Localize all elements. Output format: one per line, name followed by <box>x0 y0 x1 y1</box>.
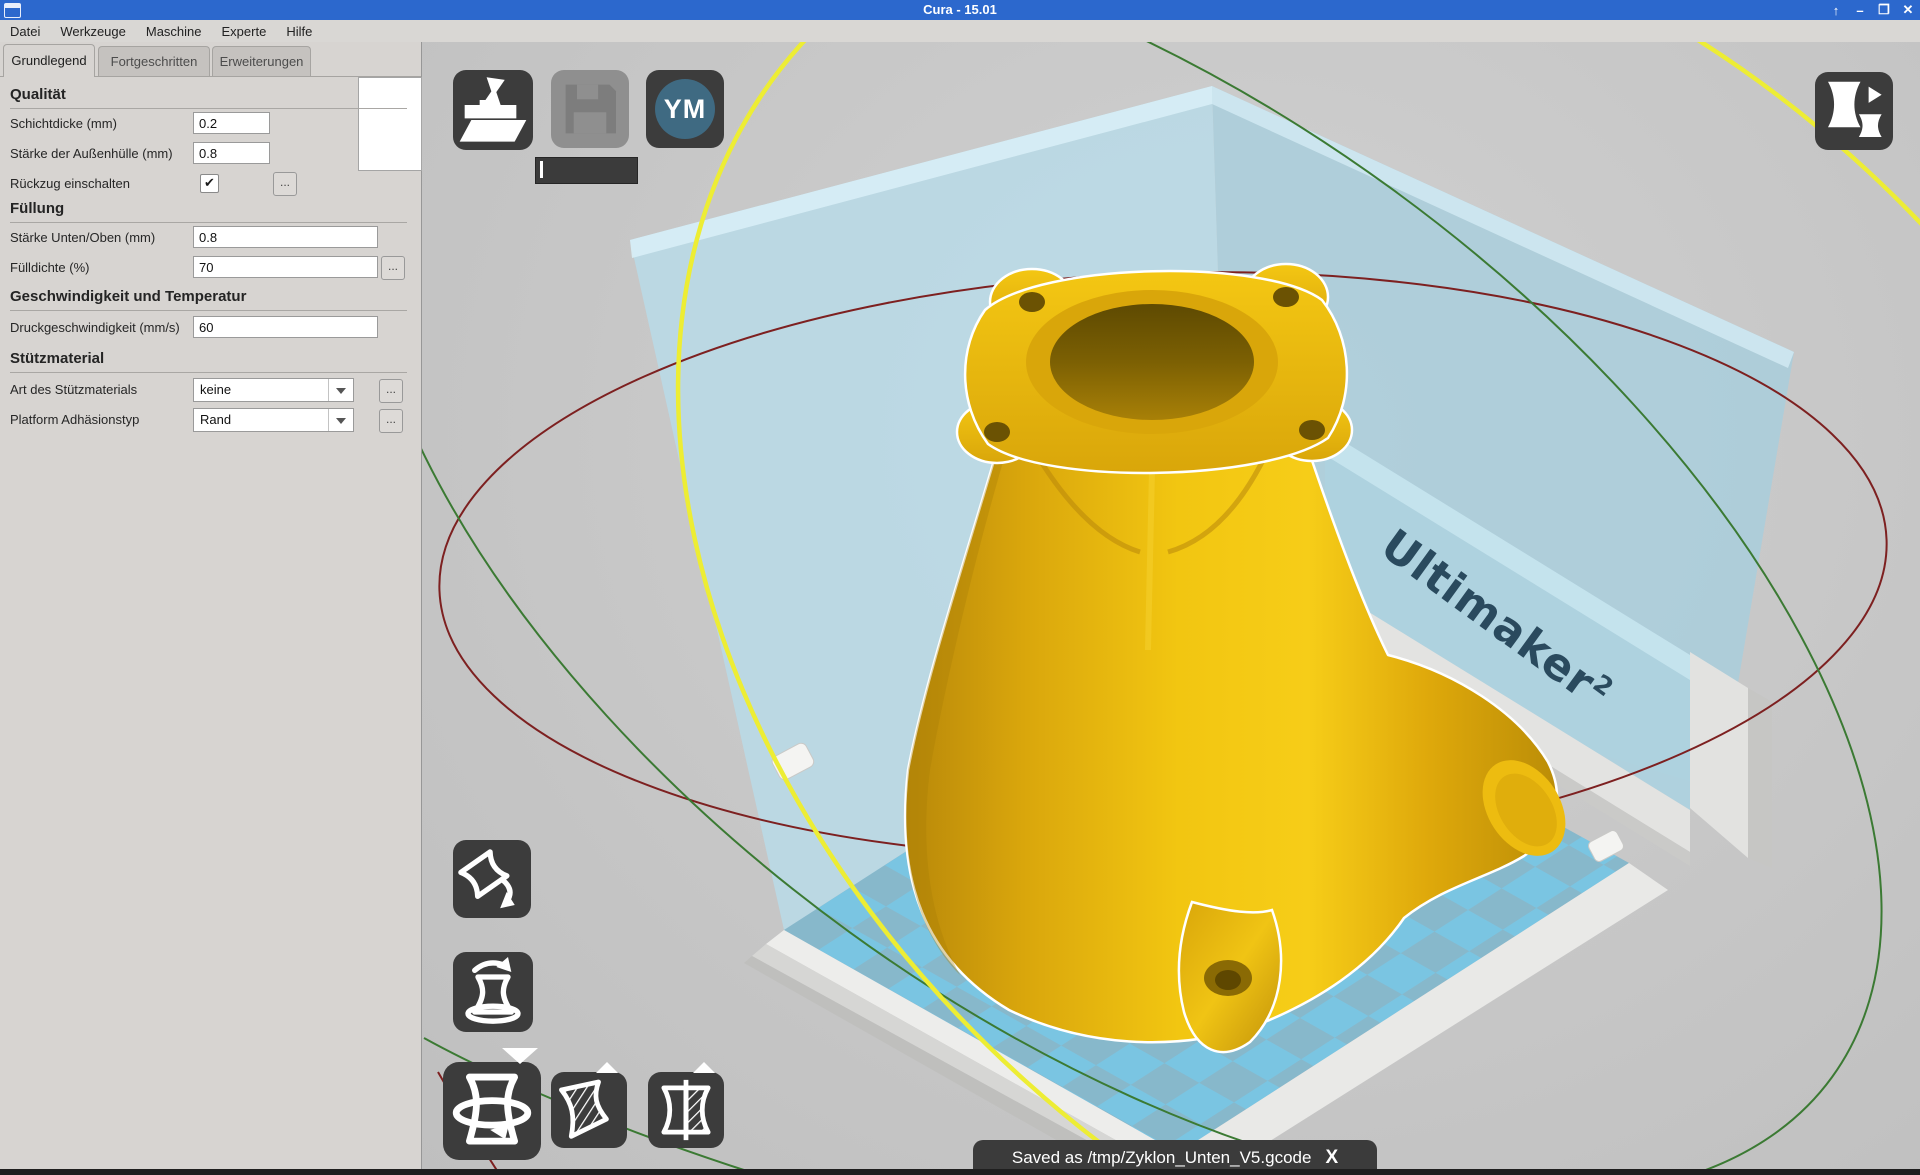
adhesion-label: Platform Adhäsionstyp <box>10 408 139 432</box>
lay-flat-icon <box>453 840 531 918</box>
section-support: Stützmaterial <box>10 350 407 373</box>
section-speed-temp: Geschwindigkeit und Temperatur <box>10 288 407 311</box>
view-mode-icon <box>1815 72 1893 150</box>
menu-experte[interactable]: Experte <box>212 24 277 39</box>
bottom-top-label: Stärke Unten/Oben (mm) <box>10 226 155 250</box>
section-quality: Qualität <box>10 86 407 109</box>
fill-density-more-button[interactable]: ... <box>381 256 405 280</box>
scale-tool-icon <box>551 1072 627 1148</box>
bottom-top-input[interactable] <box>193 226 378 248</box>
shade-icon[interactable]: ↑ <box>1828 3 1844 18</box>
tab-strip: Grundlegend Fortgeschritten Erweiterunge… <box>0 42 421 77</box>
restore-icon[interactable]: ❐ <box>1876 2 1892 18</box>
load-model-icon <box>453 70 533 150</box>
support-type-value: keine <box>200 382 231 397</box>
layer-height-label: Schichtdicke (mm) <box>10 112 117 136</box>
save-toolpath-button <box>551 70 629 148</box>
titlebar: Cura - 15.01 ↑ – ❐ ✕ <box>0 0 1920 20</box>
build-scene[interactable]: Ultimaker 2 <box>421 42 1920 1175</box>
menu-maschine[interactable]: Maschine <box>136 24 212 39</box>
lay-flat-button[interactable] <box>453 840 531 918</box>
fill-density-label: Fülldichte (%) <box>10 256 89 280</box>
menubar: Datei Werkzeuge Maschine Experte Hilfe <box>0 20 1920 43</box>
shell-thickness-input[interactable] <box>193 142 270 164</box>
save-floppy-icon <box>551 70 629 148</box>
minimize-icon[interactable]: – <box>1852 3 1868 18</box>
load-model-button[interactable] <box>453 70 533 150</box>
retraction-checkbox[interactable]: ✔ <box>200 174 219 193</box>
youmagine-share-button[interactable]: YM <box>646 70 724 148</box>
scale-tool-button[interactable] <box>551 1072 627 1148</box>
menu-datei[interactable]: Datei <box>0 24 50 39</box>
menu-werkzeuge[interactable]: Werkzeuge <box>50 24 136 39</box>
mirror-tool-button[interactable] <box>648 1072 724 1148</box>
rotate-tool-icon <box>443 1062 541 1160</box>
viewport-3d[interactable]: Ultimaker 2 <box>421 42 1920 1175</box>
rotate-tool-button[interactable] <box>443 1062 541 1160</box>
menu-hilfe[interactable]: Hilfe <box>276 24 322 39</box>
youmagine-icon: YM <box>655 79 715 139</box>
print-speed-label: Druckgeschwindigkeit (mm/s) <box>10 316 180 340</box>
close-icon[interactable]: ✕ <box>1900 2 1916 18</box>
mirror-tool-marker <box>693 1062 715 1073</box>
mirror-tool-icon <box>648 1072 724 1148</box>
retraction-more-button[interactable]: ... <box>273 172 297 196</box>
fill-density-input[interactable] <box>193 256 378 278</box>
selected-tool-marker <box>502 1048 538 1064</box>
saved-toast-text: Saved as /tmp/Zyklon_Unten_V5.gcode <box>1012 1148 1312 1168</box>
shell-thickness-label: Stärke der Außenhülle (mm) <box>10 142 173 166</box>
window-title: Cura - 15.01 <box>0 2 1920 17</box>
layer-height-input[interactable] <box>193 112 270 134</box>
adhesion-value: Rand <box>200 412 231 427</box>
view-mode-button[interactable] <box>1815 72 1893 150</box>
settings-panel: Grundlegend Fortgeschritten Erweiterunge… <box>0 42 422 1175</box>
section-fill: Füllung <box>10 200 407 223</box>
reset-rotation-button[interactable] <box>453 952 533 1032</box>
toast-close-button[interactable]: X <box>1325 1147 1338 1169</box>
print-speed-input[interactable] <box>193 316 378 338</box>
support-type-label: Art des Stützmaterials <box>10 378 137 402</box>
slice-progress-bar <box>535 157 638 184</box>
cura-window: Cura - 15.01 ↑ – ❐ ✕ Datei Werkzeuge Mas… <box>0 0 1920 1175</box>
slice-progress-value <box>540 161 543 178</box>
tab-fortgeschritten[interactable]: Fortgeschritten <box>98 46 210 76</box>
chevron-down-icon <box>336 418 346 424</box>
scale-tool-marker <box>596 1062 618 1073</box>
bottom-edge-strip <box>0 1169 1920 1175</box>
chevron-down-icon <box>336 388 346 394</box>
reset-rotation-icon <box>453 952 533 1032</box>
adhesion-select[interactable]: Rand <box>193 408 354 432</box>
support-type-select[interactable]: keine <box>193 378 354 402</box>
retraction-label: Rückzug einschalten <box>10 172 130 196</box>
support-type-more-button[interactable]: ... <box>379 379 403 403</box>
tab-grundlegend[interactable]: Grundlegend <box>3 44 95 77</box>
adhesion-more-button[interactable]: ... <box>379 409 403 433</box>
tab-erweiterungen[interactable]: Erweiterungen <box>212 46 311 76</box>
